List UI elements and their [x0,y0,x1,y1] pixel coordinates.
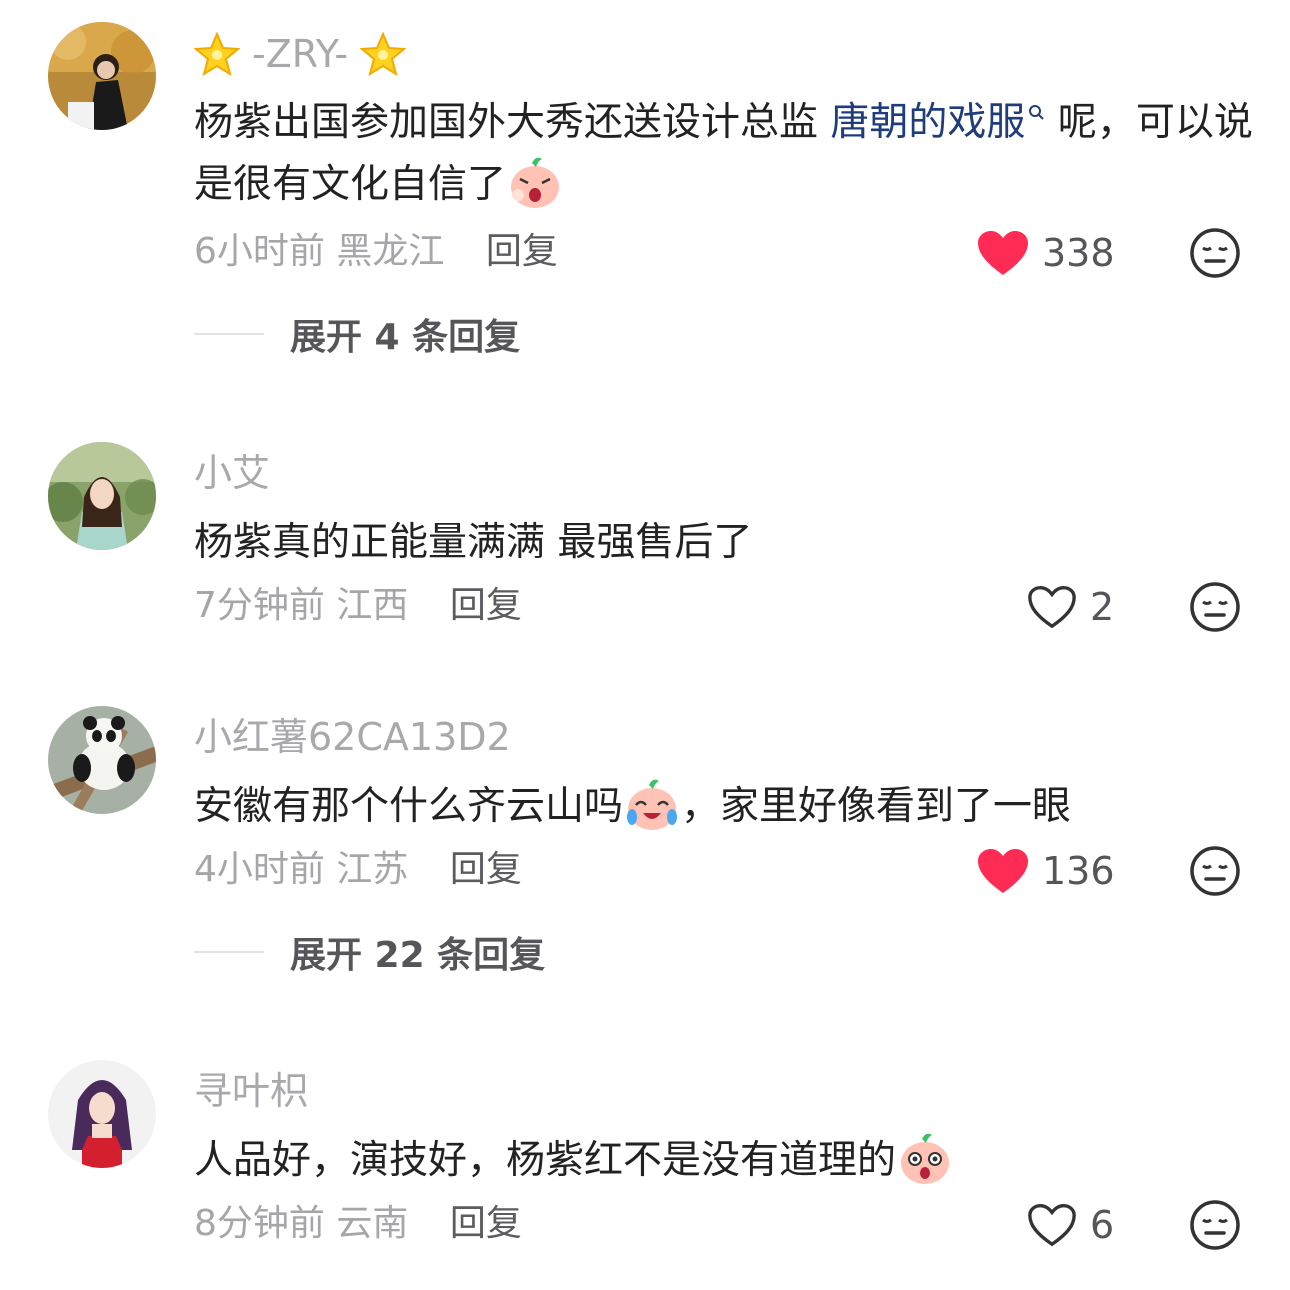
dislike-face-icon[interactable] [1188,1198,1242,1252]
crying-laughing-peach-emoji [627,779,678,830]
comment-time: 6小时前 [194,231,325,272]
username[interactable]: -ZRY- [194,28,407,77]
like-button[interactable]: 6 [1026,1198,1114,1252]
search-link[interactable]: 唐朝的戏服 [830,100,1025,145]
username-text: 寻叶枳 [194,1069,309,1113]
comment-location: 江西 [336,585,409,626]
shouting-peach-emoji [511,157,560,208]
comment-text: 杨紫真的正能量满满 最强售后了 [194,520,753,565]
reply-button[interactable]: 回复 [450,585,522,626]
comment-location: 江苏 [336,849,409,890]
like-count: 136 [1042,849,1115,893]
dislike-face-icon[interactable] [1188,844,1242,898]
heart-filled-icon [978,231,1028,275]
shocked-peach-emoji [901,1133,950,1184]
comment-time: 7分钟前 [194,585,325,626]
avatar[interactable] [48,706,156,814]
like-count: 338 [1042,231,1115,275]
username[interactable]: 小艾 [194,450,270,496]
heart-outline-icon [1028,1204,1076,1247]
avatar[interactable] [48,442,156,550]
divider-line [194,951,264,953]
comment-meta: 8分钟前 云南 回复 [194,1202,522,1246]
comment-text: 安徽有那个什么齐云山吗 ，家里好像看到了一眼 [194,776,1254,838]
username-text: -ZRY- [252,31,349,76]
comment-text: 人品好，演技好，杨紫红不是没有道理的 [194,1130,1254,1192]
expand-replies-button[interactable]: 展开 22 条回复 [194,930,545,976]
expand-replies-button[interactable]: 展开 4 条回复 [194,312,520,358]
like-button[interactable]: 136 [976,844,1115,898]
comment-meta: 6小时前 黑龙江 回复 [194,230,558,274]
heart-outline-icon [1028,586,1076,629]
reply-button[interactable]: 回复 [450,1203,522,1244]
like-button[interactable]: 2 [1026,580,1114,634]
avatar[interactable] [48,1060,156,1168]
username[interactable]: 寻叶枳 [194,1068,308,1114]
username-text: 小红薯62CA13D2 [194,715,511,759]
like-count: 2 [1090,585,1115,629]
star-icon [194,30,240,76]
avatar[interactable] [48,22,156,130]
username-text: 小艾 [194,451,271,495]
comment-location: 云南 [336,1203,409,1244]
username[interactable]: 小红薯62CA13D2 [194,714,511,760]
comment-time: 8分钟前 [194,1203,325,1244]
divider-line [194,333,264,335]
like-button[interactable]: 338 [976,226,1115,280]
comment-location: 黑龙江 [336,231,445,272]
star-icon [360,30,407,76]
search-icon [1029,105,1045,120]
like-count: 6 [1090,1203,1115,1247]
comment-meta: 4小时前 江苏 回复 [194,848,522,892]
comment-meta: 7分钟前 江西 回复 [194,584,522,628]
dislike-face-icon[interactable] [1188,580,1242,634]
dislike-face-icon[interactable] [1188,226,1242,280]
comment-text: 杨紫出国参加国外大秀还送设计总监 唐朝的戏服 呢，可以说是很有文化自信了 [194,92,1254,216]
heart-filled-icon [978,849,1028,893]
comment-time: 4小时前 [194,849,325,890]
reply-button[interactable]: 回复 [450,849,522,890]
reply-button[interactable]: 回复 [486,231,558,272]
